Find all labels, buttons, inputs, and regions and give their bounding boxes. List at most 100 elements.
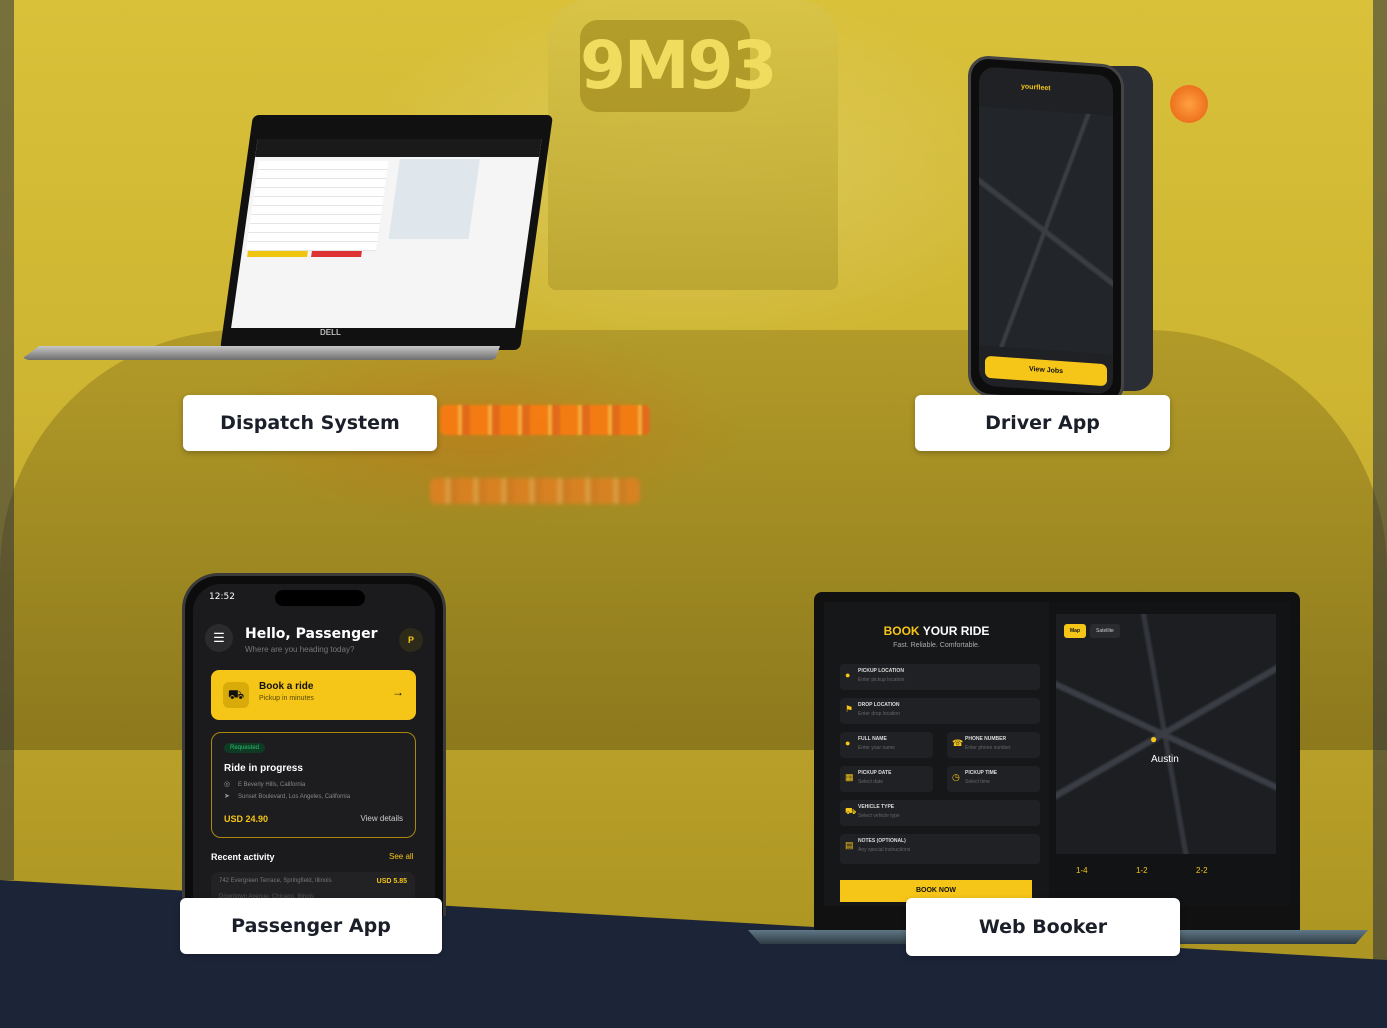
field-placeholder: Enter phone number <box>965 745 1011 751</box>
ride-price: USD 24.90 <box>224 814 269 824</box>
web-booker-screen: BOOK YOUR RIDE Fast. Reliable. Comfortab… <box>824 602 1290 906</box>
dispatch-laptop-base <box>20 346 500 360</box>
booking-title: BOOK YOUR RIDE <box>824 624 1049 638</box>
driver-map <box>979 106 1113 355</box>
pin-icon: ◎ <box>224 781 231 788</box>
see-all-link: See all <box>389 852 414 861</box>
book-ride-subtitle: Pickup in minutes <box>259 695 314 702</box>
calendar-icon: ▦ <box>845 772 854 782</box>
booking-title-rest: YOUR RIDE <box>919 624 990 638</box>
car-icon: ⛟ <box>845 806 857 816</box>
navigation-icon: ➤ <box>224 793 230 800</box>
booking-map: Map Satellite ● Austin <box>1056 614 1276 854</box>
label-dispatch-system[interactable]: Dispatch System <box>183 395 437 451</box>
location-pin-icon: ● <box>845 670 851 680</box>
passenger-phone: 12:52 ☰ Hello, Passenger Where are you h… <box>182 573 446 916</box>
greeting-title: Hello, Passenger <box>245 626 378 642</box>
dispatch-yellow-button <box>247 251 308 257</box>
laptop-brand-logo: DELL <box>320 328 341 337</box>
phone-notch <box>275 590 365 606</box>
car-icon: ⛟ <box>223 682 249 708</box>
dispatch-dashboard <box>231 139 542 328</box>
edge-left <box>0 0 14 880</box>
driver-phone-body: yourfleet View Jobs <box>968 54 1124 407</box>
taillights <box>440 405 650 435</box>
menu-icon: ☰ <box>205 624 233 652</box>
view-details-link: View details <box>360 814 403 823</box>
pickup-time-field: ◷ PICKUP TIME Select time <box>947 766 1040 792</box>
map-pin-icon: ● <box>1150 732 1158 746</box>
field-label: FULL NAME <box>858 736 887 742</box>
field-label: PICKUP LOCATION <box>858 668 904 674</box>
field-label: VEHICLE TYPE <box>858 804 895 810</box>
dispatch-form-rows <box>245 161 389 251</box>
field-placeholder: Select date <box>858 779 884 785</box>
status-bar-time: 12:52 <box>209 592 235 602</box>
field-label: PICKUP TIME <box>965 770 998 776</box>
driver-phone-screen: yourfleet View Jobs <box>979 66 1113 395</box>
clock-icon: ◷ <box>952 772 960 782</box>
drop-location-field: ⚑ DROP LOCATION Enter drop location <box>840 698 1040 724</box>
passenger-phone-screen: 12:52 ☰ Hello, Passenger Where are you h… <box>193 584 435 916</box>
booking-tagline: Fast. Reliable. Comfortable. <box>893 642 980 649</box>
dispatch-map <box>388 159 480 239</box>
status-badge: Requested <box>224 743 266 753</box>
phone-number-field: ☎ PHONE NUMBER Enter phone number <box>947 732 1040 758</box>
ride-in-progress-card: Requested Ride in progress ◎ E Beverly H… <box>211 732 416 838</box>
user-icon: ● <box>845 738 851 748</box>
dispatch-red-button <box>311 251 362 257</box>
pickup-address: E Beverly Hills, California <box>238 782 306 788</box>
dropoff-address: Sunset Boulevard, Los Angeles, Californi… <box>238 794 351 800</box>
dispatch-laptop-screen <box>220 115 554 350</box>
label-driver-app[interactable]: Driver App <box>915 395 1170 451</box>
vehicle-option: 1-2 <box>1136 866 1148 875</box>
orange-light <box>1170 85 1208 123</box>
driver-phone: yourfleet View Jobs <box>968 54 1158 407</box>
edge-right <box>1373 0 1387 960</box>
recent-row-address: 742 Evergreen Terrace, Springfield, Illi… <box>219 878 332 884</box>
view-jobs-button: View Jobs <box>985 355 1107 387</box>
notes-icon: ▤ <box>845 840 854 850</box>
recent-row-price: USD 5.85 <box>376 878 407 885</box>
field-placeholder: Select time <box>965 779 990 785</box>
field-label: PICKUP DATE <box>858 770 892 776</box>
field-label: NOTES (OPTIONAL) <box>858 838 906 844</box>
field-placeholder: Enter drop location <box>858 711 900 717</box>
ride-title: Ride in progress <box>224 763 303 774</box>
notes-field: ▤ NOTES (OPTIONAL) Any special instructi… <box>840 834 1040 864</box>
pickup-date-field: ▦ PICKUP DATE Select date <box>840 766 933 792</box>
vehicle-option: 2-2 <box>1196 866 1208 875</box>
taillights-reflection <box>430 478 640 504</box>
book-ride-title: Book a ride <box>259 681 314 692</box>
recent-activity-title: Recent activity <box>211 852 275 862</box>
field-label: PHONE NUMBER <box>965 736 1007 742</box>
field-placeholder: Any special instructions <box>858 847 911 853</box>
label-passenger-app[interactable]: Passenger App <box>180 898 442 954</box>
book-ride-card: ⛟ Book a ride Pickup in minutes → <box>211 670 416 720</box>
full-name-field: ● FULL NAME Enter your name <box>840 732 933 758</box>
pickup-location-field: ● PICKUP LOCATION Enter pickup location <box>840 664 1040 690</box>
phone-icon: ☎ <box>952 738 964 748</box>
field-placeholder: Enter your name <box>858 745 895 751</box>
field-placeholder: Select vehicle type <box>858 813 900 819</box>
map-tab: Map <box>1064 624 1086 638</box>
dispatch-laptop: DELL <box>20 110 554 370</box>
dispatch-topbar <box>255 139 542 157</box>
field-label: DROP LOCATION <box>858 702 900 708</box>
vehicle-type-field: ⛟ VEHICLE TYPE Select vehicle type <box>840 800 1040 826</box>
map-city-label: Austin <box>1151 754 1179 765</box>
satellite-tab: Satellite <box>1090 624 1120 638</box>
label-web-booker[interactable]: Web Booker <box>906 898 1180 956</box>
greeting-subtitle: Where are you heading today? <box>245 645 355 654</box>
driver-app-logo: yourfleet <box>1021 83 1051 93</box>
booking-form: BOOK YOUR RIDE Fast. Reliable. Comfortab… <box>824 602 1049 906</box>
flag-icon: ⚑ <box>845 704 854 714</box>
vehicle-option: 1-4 <box>1076 866 1088 875</box>
vehicle-options: 1-4 1-2 2-2 <box>1056 864 1276 900</box>
booking-title-accent: BOOK <box>883 624 920 638</box>
taxi-sign-plate: 9M93 <box>580 20 777 112</box>
field-placeholder: Enter pickup location <box>858 677 905 683</box>
avatar: P <box>399 628 423 652</box>
arrow-right-icon: → <box>392 685 404 699</box>
web-booker-frame: BOOK YOUR RIDE Fast. Reliable. Comfortab… <box>814 592 1300 932</box>
